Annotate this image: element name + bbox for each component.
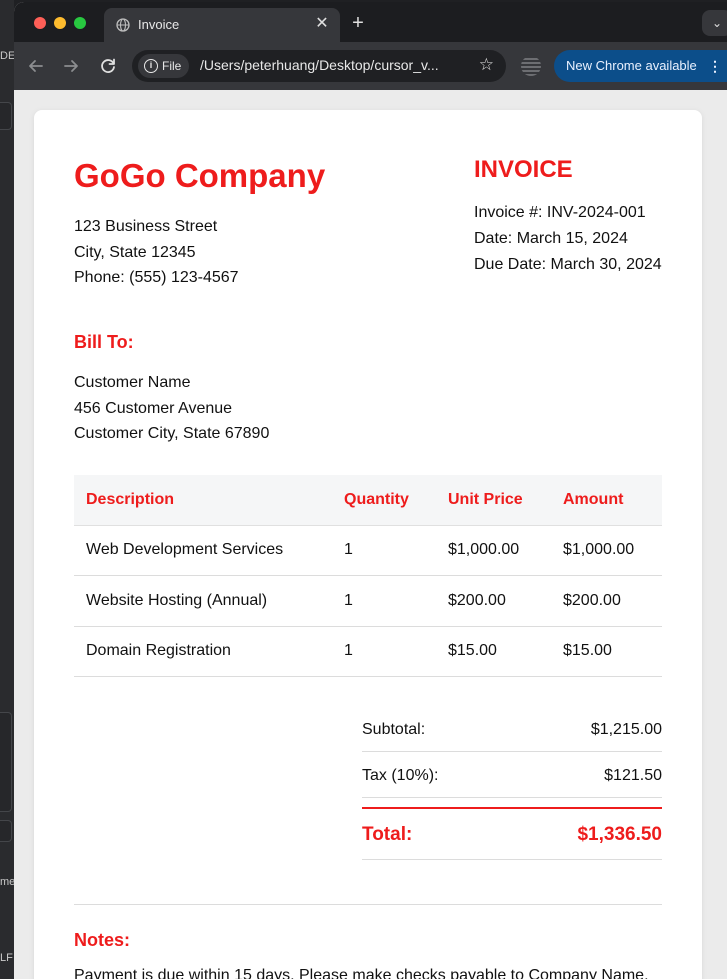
table-row: Website Hosting (Annual) 1 $200.00 $200.…	[74, 575, 662, 627]
item-quantity: 1	[332, 575, 436, 627]
company-city: City, State 12345	[74, 243, 196, 261]
tax-value: $121.50	[604, 767, 662, 784]
table-row: Web Development Services 1 $1,000.00 $1,…	[74, 525, 662, 576]
reload-icon[interactable]	[97, 55, 119, 77]
subtotal-row: Subtotal: $1,215.00	[362, 706, 662, 752]
url-text[interactable]: /Users/peterhuang/Desktop/cursor_v...	[200, 57, 439, 73]
customer-street: 456 Customer Avenue	[74, 399, 233, 417]
info-icon: i	[144, 59, 158, 73]
update-chrome-button[interactable]: New Chrome available ⋮	[554, 50, 727, 82]
background-window-panel	[0, 102, 12, 130]
minimize-window-button[interactable]	[54, 17, 66, 29]
background-window-text: LF	[0, 952, 13, 964]
customer-name: Customer Name	[74, 374, 191, 391]
close-tab-icon[interactable]: ✕	[312, 14, 332, 34]
file-chip-label: File	[162, 59, 182, 73]
new-tab-button[interactable]: +	[346, 11, 370, 35]
subtotal-value: $1,215.00	[590, 721, 662, 738]
globe-icon	[116, 18, 130, 32]
item-quantity: 1	[332, 525, 436, 576]
address-bar[interactable]: i File /Users/peterhuang/Desktop/cursor_…	[132, 50, 506, 82]
company-phone: Phone: (555) 123-4567	[74, 269, 239, 286]
item-unit-price: $200.00	[436, 575, 551, 627]
more-menu-icon[interactable]: ⋮	[708, 50, 722, 82]
invoice-title: INVOICE	[474, 156, 573, 183]
background-window-text: DE	[0, 50, 14, 62]
tax-label: Tax (10%):	[362, 767, 439, 784]
bookmark-star-icon[interactable]: ☆	[479, 55, 494, 75]
item-quantity: 1	[332, 626, 436, 677]
close-window-button[interactable]	[34, 17, 46, 29]
line-items-table: Description Quantity Unit Price Amount W…	[74, 475, 662, 677]
invoice-meta: Invoice #: INV-2024-001 Date: March 15, …	[474, 200, 662, 278]
company-address: 123 Business Street City, State 12345 Ph…	[74, 214, 239, 291]
extension-icon[interactable]	[521, 56, 541, 76]
bill-to-address: Customer Name 456 Customer Avenue Custom…	[74, 370, 269, 447]
site-info-chip[interactable]: i File	[138, 54, 190, 78]
update-chrome-label: New Chrome available	[566, 58, 697, 73]
invoice-number: Invoice #: INV-2024-001	[474, 204, 646, 221]
tax-row: Tax (10%): $121.50	[362, 752, 662, 798]
column-header-unit-price: Unit Price	[436, 475, 551, 526]
background-window-text: me	[0, 876, 14, 888]
notes-heading: Notes:	[74, 930, 131, 950]
totals-block: Subtotal: $1,215.00 Tax (10%): $121.50 T…	[362, 706, 662, 860]
customer-city: Customer City, State 67890	[74, 425, 270, 442]
page-viewport[interactable]: GoGo Company 123 Business Street City, S…	[14, 90, 727, 979]
tab-invoice[interactable]: Invoice ✕	[104, 8, 340, 42]
table-header-row: Description Quantity Unit Price Amount	[74, 475, 662, 526]
column-header-amount: Amount	[551, 475, 662, 526]
item-unit-price: $1,000.00	[436, 525, 551, 576]
background-window-edge: DE me LF	[0, 0, 14, 979]
column-header-description: Description	[74, 475, 332, 526]
background-window-panel	[0, 712, 12, 812]
browser-toolbar: i File /Users/peterhuang/Desktop/cursor_…	[14, 42, 727, 90]
table-row: Domain Registration 1 $15.00 $15.00	[74, 626, 662, 677]
total-label: Total:	[362, 824, 413, 845]
bill-to-heading: Bill To:	[74, 332, 134, 352]
item-amount: $1,000.00	[551, 525, 662, 576]
item-amount: $15.00	[551, 626, 662, 677]
total-value: $1,336.50	[577, 824, 662, 845]
background-window-panel	[0, 820, 12, 842]
company-name: GoGo Company	[74, 157, 326, 194]
company-street: 123 Business Street	[74, 218, 218, 235]
tab-strip: Invoice ✕ + ⌄	[14, 2, 727, 42]
tab-search-button[interactable]: ⌄	[702, 10, 727, 36]
column-header-quantity: Quantity	[332, 475, 436, 526]
item-description: Web Development Services	[74, 525, 332, 576]
item-description: Website Hosting (Annual)	[74, 575, 332, 627]
maximize-window-button[interactable]	[74, 17, 86, 29]
invoice-date: Date: March 15, 2024	[474, 230, 628, 247]
notes-divider	[74, 904, 662, 905]
item-amount: $200.00	[551, 575, 662, 627]
back-arrow-icon[interactable]	[25, 55, 47, 77]
item-description: Domain Registration	[74, 626, 332, 677]
notes-text: Payment is due within 15 days. Please ma…	[74, 967, 649, 979]
forward-arrow-icon[interactable]	[60, 55, 82, 77]
invoice-due-date: Due Date: March 30, 2024	[474, 256, 662, 273]
invoice-sheet: GoGo Company 123 Business Street City, S…	[34, 110, 702, 979]
tab-title: Invoice	[138, 17, 180, 32]
total-row: Total: $1,336.50	[362, 807, 662, 860]
item-unit-price: $15.00	[436, 626, 551, 677]
browser-window: Invoice ✕ + ⌄ i File /Users/peterhuang/D…	[14, 2, 727, 979]
subtotal-label: Subtotal:	[362, 721, 426, 738]
